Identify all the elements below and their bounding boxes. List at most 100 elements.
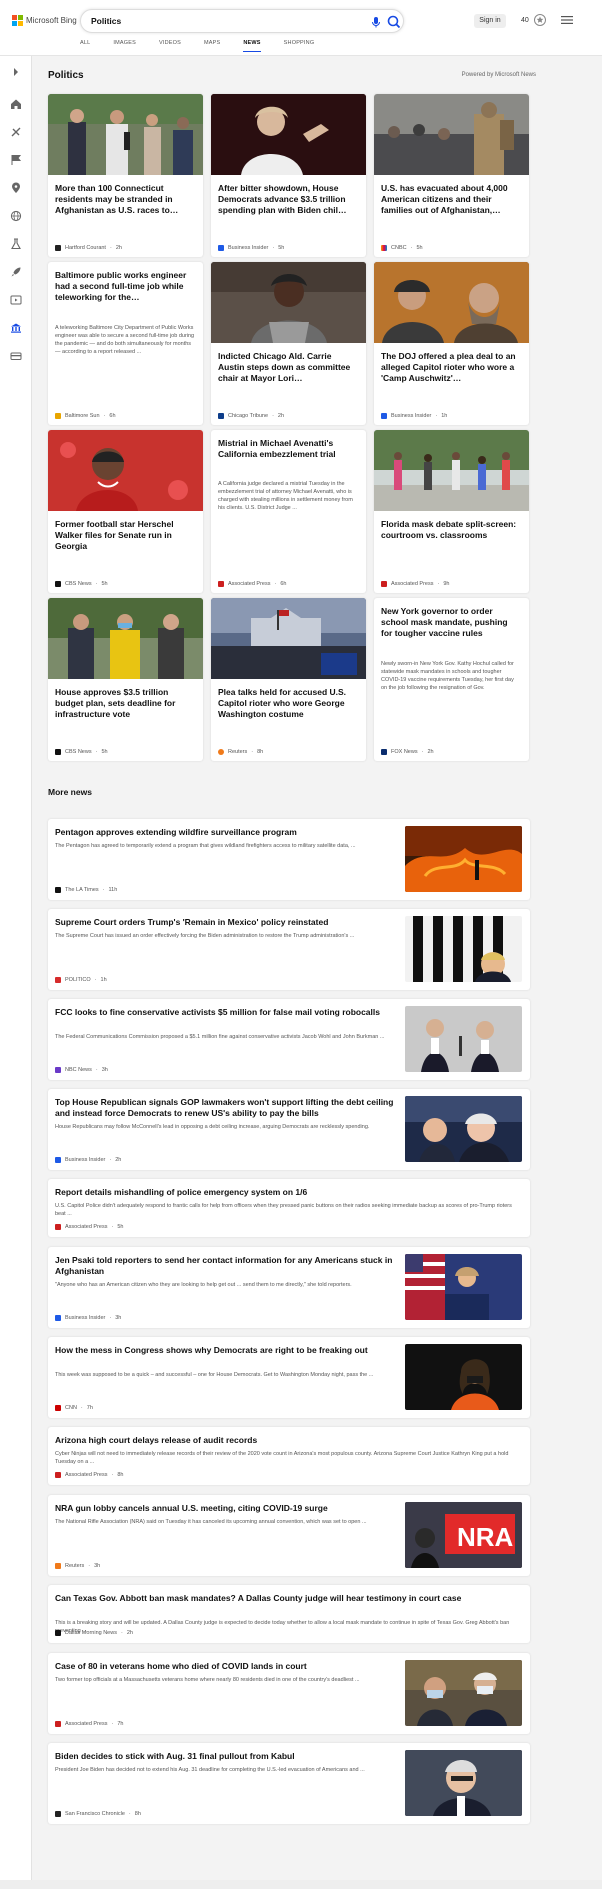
- microphone-icon[interactable]: [369, 15, 383, 29]
- publisher-logo-icon: [55, 1157, 61, 1163]
- more-news-item[interactable]: NRA gun lobby cancels annual U.S. meetin…: [48, 1495, 530, 1576]
- more-news-title-link[interactable]: How the mess in Congress shows why Democ…: [55, 1345, 395, 1356]
- more-news-item[interactable]: Supreme Court orders Trump's 'Remain in …: [48, 909, 530, 990]
- rocket-icon[interactable]: [10, 266, 22, 278]
- news-card[interactable]: More than 100 Connecticut residents may …: [48, 94, 203, 257]
- news-card-title[interactable]: Former football star Herschel Walker fil…: [55, 519, 195, 552]
- news-card[interactable]: Mistrial in Michael Avenatti's Californi…: [211, 430, 366, 593]
- publisher-logo-icon: [381, 245, 387, 251]
- tab-shopping[interactable]: SHOPPING: [284, 40, 315, 52]
- news-thumbnail: [211, 94, 366, 175]
- expand-icon[interactable]: [10, 66, 22, 78]
- rewards-icon[interactable]: [533, 13, 547, 27]
- more-news-thumbnail[interactable]: [405, 1096, 522, 1162]
- news-card-title[interactable]: More than 100 Connecticut residents may …: [55, 183, 195, 216]
- news-card[interactable]: Former football star Herschel Walker fil…: [48, 430, 203, 593]
- news-card-title[interactable]: House approves $3.5 trillion budget plan…: [55, 687, 195, 720]
- more-news-title-link[interactable]: Case of 80 in veterans home who died of …: [55, 1661, 395, 1672]
- news-card-title[interactable]: The DOJ offered a plea deal to an allege…: [381, 351, 521, 384]
- news-card-title[interactable]: Florida mask debate split-screen: courtr…: [381, 519, 521, 541]
- news-card[interactable]: The DOJ offered a plea deal to an allege…: [374, 262, 529, 425]
- rewards-count[interactable]: 40: [521, 17, 529, 24]
- more-news-title-link[interactable]: Jen Psaki told reporters to send her con…: [55, 1255, 395, 1277]
- sports-icon[interactable]: [10, 126, 22, 138]
- tab-all[interactable]: ALL: [80, 40, 90, 52]
- more-news-item[interactable]: Case of 80 in veterans home who died of …: [48, 1653, 530, 1734]
- news-card[interactable]: Plea talks held for accused U.S. Capitol…: [211, 598, 366, 761]
- politics-icon[interactable]: [10, 322, 22, 334]
- home-icon[interactable]: [10, 98, 22, 110]
- more-news-title: More news: [48, 787, 92, 797]
- more-news-thumbnail[interactable]: NRA: [405, 1502, 522, 1568]
- news-card[interactable]: Baltimore public works engineer had a se…: [48, 262, 203, 425]
- more-news-item[interactable]: FCC looks to fine conservative activists…: [48, 999, 530, 1080]
- news-card-snippet: A teleworking Baltimore City Department …: [55, 325, 195, 355]
- more-news-snippet: Cyber Ninjas will not need to immediatel…: [55, 1451, 509, 1465]
- search-input[interactable]: Politics: [91, 16, 121, 26]
- powered-by-label[interactable]: Powered by Microsoft News: [462, 72, 536, 78]
- hamburger-menu-icon[interactable]: [561, 14, 573, 26]
- world-icon[interactable]: [10, 210, 22, 222]
- more-news-title-link[interactable]: FCC looks to fine conservative activists…: [55, 1007, 395, 1018]
- more-news-item[interactable]: Arizona high court delays release of aud…: [48, 1427, 530, 1485]
- search-box[interactable]: Politics: [80, 9, 404, 33]
- more-news-item[interactable]: Top House Republican signals GOP lawmake…: [48, 1089, 530, 1170]
- more-news-thumbnail[interactable]: [405, 1254, 522, 1320]
- news-card-title[interactable]: After bitter showdown, House Democrats a…: [218, 183, 358, 216]
- news-card-title[interactable]: Indicted Chicago Ald. Carrie Austin step…: [218, 351, 358, 384]
- news-card-title[interactable]: Baltimore public works engineer had a se…: [55, 270, 195, 303]
- more-news-item[interactable]: Biden decides to stick with Aug. 31 fina…: [48, 1743, 530, 1824]
- more-news-source: Business Insider · 2h: [55, 1157, 121, 1163]
- publisher-logo-icon: [55, 1315, 61, 1321]
- news-card[interactable]: Florida mask debate split-screen: courtr…: [374, 430, 529, 593]
- tab-maps[interactable]: MAPS: [204, 40, 220, 52]
- more-news-title-link[interactable]: Top House Republican signals GOP lawmake…: [55, 1097, 395, 1119]
- brand-name: Microsoft Bing: [26, 16, 77, 25]
- more-news-item[interactable]: How the mess in Congress shows why Democ…: [48, 1337, 530, 1418]
- more-news-title-link[interactable]: Supreme Court orders Trump's 'Remain in …: [55, 917, 395, 928]
- news-card-title[interactable]: Plea talks held for accused U.S. Capitol…: [218, 687, 358, 720]
- news-card[interactable]: House approves $3.5 trillion budget plan…: [48, 598, 203, 761]
- news-card[interactable]: New York governor to order school mask m…: [374, 598, 529, 761]
- sign-in-button[interactable]: Sign in: [474, 14, 506, 28]
- news-card[interactable]: Indicted Chicago Ald. Carrie Austin step…: [211, 262, 366, 425]
- more-news-title-link[interactable]: Arizona high court delays release of aud…: [55, 1435, 521, 1446]
- news-card-title[interactable]: Mistrial in Michael Avenatti's Californi…: [218, 438, 358, 460]
- more-news-item[interactable]: Report details mishandling of police eme…: [48, 1179, 530, 1237]
- more-news-item[interactable]: Jen Psaki told reporters to send her con…: [48, 1247, 530, 1328]
- location-icon[interactable]: [10, 182, 22, 194]
- tab-news[interactable]: NEWS: [243, 40, 261, 52]
- more-news-thumbnail[interactable]: [405, 1344, 522, 1410]
- money-icon[interactable]: [10, 350, 22, 362]
- entertainment-icon[interactable]: [10, 294, 22, 306]
- tab-images[interactable]: IMAGES: [113, 40, 136, 52]
- science-icon[interactable]: [10, 238, 22, 250]
- flag-icon[interactable]: [10, 154, 22, 166]
- more-news-thumbnail[interactable]: [405, 1660, 522, 1726]
- more-news-item[interactable]: Can Texas Gov. Abbott ban mask mandates?…: [48, 1585, 530, 1643]
- tab-videos[interactable]: VIDEOS: [159, 40, 181, 52]
- more-news-title-link[interactable]: Pentagon approves extending wildfire sur…: [55, 827, 395, 838]
- news-card-source: Baltimore Sun · 6h: [55, 413, 116, 419]
- more-news-snippet: U.S. Capitol Police didn't adequately re…: [55, 1203, 512, 1217]
- more-news-thumbnail[interactable]: [405, 1006, 522, 1072]
- more-news-title-link[interactable]: Biden decides to stick with Aug. 31 fina…: [55, 1751, 395, 1762]
- news-card-source: FOX News · 2h: [381, 749, 434, 755]
- more-news-thumbnail[interactable]: [405, 826, 522, 892]
- more-news-thumbnail[interactable]: [405, 916, 522, 982]
- search-icon[interactable]: [386, 14, 402, 30]
- more-news-thumbnail[interactable]: [405, 1750, 522, 1816]
- news-card-source: Chicago Tribune · 2h: [218, 413, 284, 419]
- bing-logo[interactable]: Microsoft Bing: [12, 15, 77, 26]
- news-card-title[interactable]: U.S. has evacuated about 4,000 American …: [381, 183, 521, 216]
- news-thumbnail: [211, 262, 366, 343]
- more-news-item[interactable]: Pentagon approves extending wildfire sur…: [48, 819, 530, 900]
- news-card[interactable]: U.S. has evacuated about 4,000 American …: [374, 94, 529, 257]
- publisher-logo-icon: [55, 977, 61, 983]
- news-card-title[interactable]: New York governor to order school mask m…: [381, 606, 521, 639]
- news-card[interactable]: After bitter showdown, House Democrats a…: [211, 94, 366, 257]
- more-news-title-link[interactable]: Can Texas Gov. Abbott ban mask mandates?…: [55, 1593, 521, 1604]
- more-news-title-link[interactable]: Report details mishandling of police eme…: [55, 1187, 521, 1198]
- svg-text:NRA: NRA: [457, 1522, 514, 1552]
- more-news-title-link[interactable]: NRA gun lobby cancels annual U.S. meetin…: [55, 1503, 395, 1514]
